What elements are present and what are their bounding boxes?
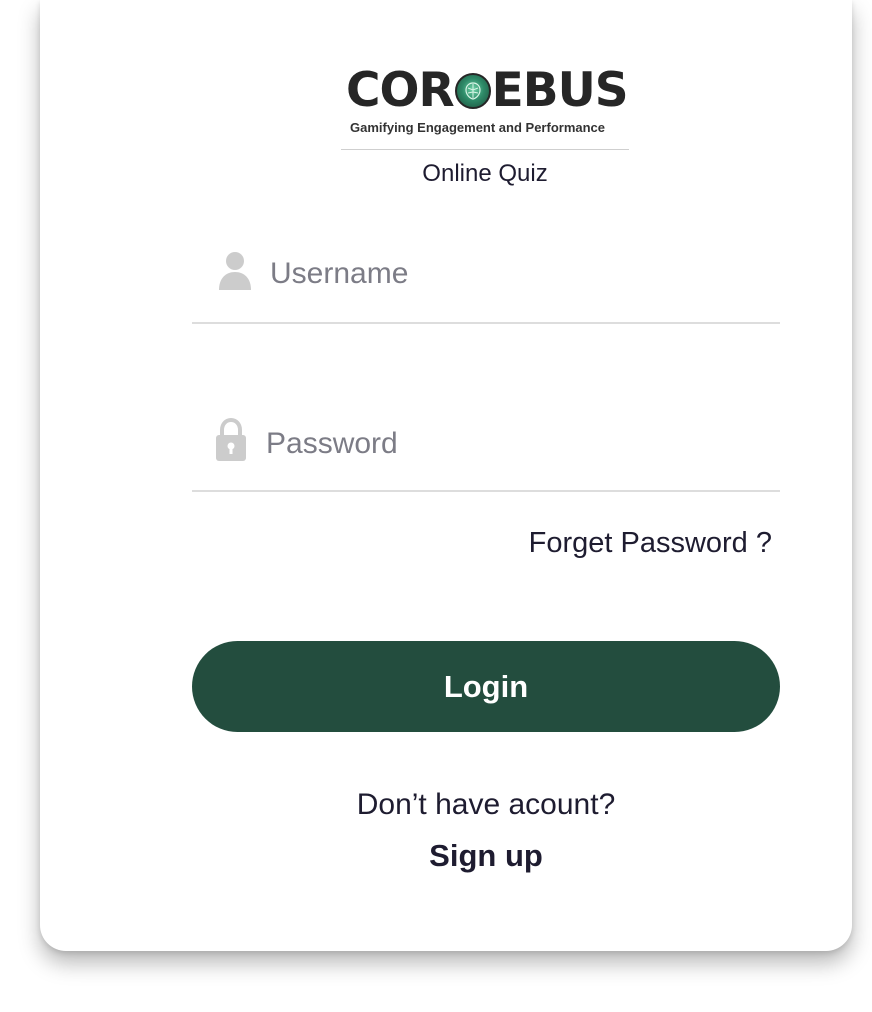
username-field — [192, 240, 780, 324]
password-input[interactable] — [266, 424, 746, 464]
login-card: COR EBUS Gamifying Engagement and Perfor… — [40, 0, 852, 951]
logo-text-right: EBUS — [491, 63, 629, 118]
password-field — [192, 410, 780, 492]
brand-logo: COR EBUS Gamifying Engagement and Perfor… — [346, 63, 629, 140]
logo-divider — [341, 149, 629, 150]
logo-wordmark: COR EBUS — [346, 63, 629, 118]
user-icon — [218, 250, 252, 297]
forgot-password-link[interactable]: Forget Password ? — [460, 527, 772, 560]
login-button[interactable]: Login — [192, 641, 780, 732]
brain-emblem-icon — [454, 73, 491, 109]
lock-icon — [214, 417, 248, 467]
logo-text-left: COR — [346, 63, 455, 118]
page-subtitle: Online Quiz — [422, 160, 548, 187]
username-input[interactable] — [270, 254, 750, 294]
signup-link[interactable]: Sign up — [192, 838, 780, 874]
logo-tagline: Gamifying Engagement and Performance — [350, 120, 606, 135]
no-account-text: Don’t have acount? — [356, 788, 616, 821]
